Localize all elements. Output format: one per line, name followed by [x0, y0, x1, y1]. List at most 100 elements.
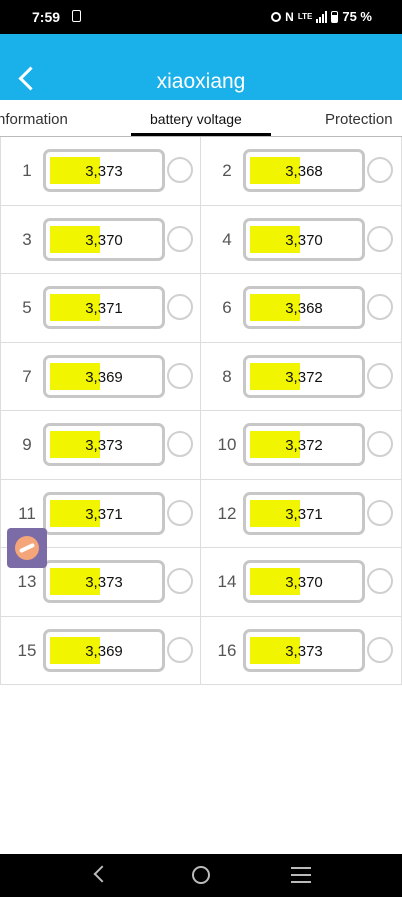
- nav-back-icon[interactable]: [93, 865, 111, 883]
- voltage-value: 3,370: [85, 231, 123, 249]
- cell-item: 8 3,372: [201, 342, 402, 411]
- cell-index: 2: [222, 161, 232, 180]
- voltage-meter: 3,370: [243, 217, 365, 261]
- voltage-value: 3,369: [85, 642, 123, 660]
- balance-radio[interactable]: [167, 431, 193, 457]
- voltage-value: 3,370: [285, 231, 323, 249]
- voltage-meter: 3,370: [43, 217, 165, 261]
- balance-radio[interactable]: [367, 636, 393, 663]
- voltage-meter: 3,369: [43, 354, 165, 398]
- system-nav-bar: [0, 854, 402, 897]
- voltage-meter: 3,370: [243, 560, 365, 603]
- cell-item: 10 3,372: [201, 411, 402, 480]
- balance-radio[interactable]: [367, 499, 393, 526]
- battery-icon: [331, 10, 339, 23]
- cell-voltage-grid: 1 3,373 2 3,368 3 3,370 4 3,370 5 3,371 …: [0, 137, 402, 685]
- voltage-value: 3,368: [285, 300, 323, 317]
- status-time: 7:59: [32, 9, 61, 25]
- voltage-value: 3,372: [285, 437, 323, 454]
- battery-percent: 75 %: [342, 9, 372, 24]
- cell-item: 16 3,373: [201, 616, 402, 685]
- balance-radio[interactable]: [167, 362, 193, 389]
- balance-radio[interactable]: [167, 636, 193, 663]
- data-saver-icon: [271, 11, 282, 22]
- voltage-value: 3,373: [85, 163, 123, 180]
- voltage-value: 3,368: [285, 163, 323, 180]
- voltage-value: 3,369: [85, 368, 123, 386]
- page-title: xiaoxiang: [156, 70, 246, 93]
- nav-home-icon[interactable]: [192, 866, 210, 884]
- network-type-label: LTE: [297, 12, 313, 21]
- balance-radio[interactable]: [367, 294, 393, 320]
- tab-battery-voltage[interactable]: battery voltage: [150, 111, 242, 127]
- status-icons: N LTE 75 %: [271, 9, 372, 24]
- balance-radio[interactable]: [367, 362, 393, 389]
- cell-index: 14: [217, 572, 237, 591]
- cell-index: 12: [217, 503, 237, 523]
- cell-item: 3 3,370: [0, 205, 201, 274]
- balance-radio[interactable]: [367, 157, 393, 183]
- voltage-value: 3,370: [285, 574, 323, 591]
- assistant-icon: [15, 536, 39, 560]
- cell-index: 13: [17, 572, 37, 591]
- balance-radio[interactable]: [367, 431, 393, 457]
- tab-bar: nformation battery voltage Protection: [0, 100, 402, 138]
- nav-recents-icon[interactable]: [291, 867, 311, 888]
- cell-index: 9: [22, 435, 32, 454]
- voltage-value: 3,371: [285, 505, 323, 523]
- cell-item: 14 3,370: [201, 548, 402, 617]
- cell-index: 8: [222, 366, 232, 386]
- cell-index: 1: [22, 161, 32, 180]
- cell-index: 11: [18, 503, 36, 523]
- cell-index: 15: [17, 640, 37, 660]
- voltage-meter: 3,368: [243, 149, 365, 192]
- cell-index: 4: [222, 229, 232, 249]
- cell-item: 2 3,368: [201, 137, 402, 206]
- cell-item: 7 3,369: [0, 342, 201, 411]
- cell-item: 1 3,373: [0, 137, 201, 206]
- cell-item: 15 3,369: [0, 616, 201, 685]
- voltage-meter: 3,372: [243, 354, 365, 398]
- voltage-value: 3,373: [85, 574, 123, 591]
- voltage-meter: 3,373: [43, 149, 165, 192]
- cell-item: 6 3,368: [201, 274, 402, 343]
- voltage-meter: 3,371: [43, 286, 165, 329]
- floating-assistant-button[interactable]: [7, 528, 47, 568]
- voltage-value: 3,373: [85, 437, 123, 454]
- balance-radio[interactable]: [167, 225, 193, 252]
- cell-item: 9 3,373: [0, 411, 201, 480]
- voltage-meter: 3,373: [43, 560, 165, 603]
- status-bar: 7:59 N LTE 75 %: [0, 0, 402, 34]
- cell-index: 6: [222, 298, 232, 317]
- sim-card-icon: [72, 10, 81, 22]
- voltage-meter: 3,371: [243, 491, 365, 535]
- voltage-meter: 3,371: [43, 491, 165, 535]
- tab-protection[interactable]: Protection: [325, 111, 393, 128]
- voltage-value: 3,371: [85, 505, 123, 523]
- cell-index: 7: [22, 366, 32, 386]
- cell-item: 12 3,371: [201, 479, 402, 548]
- cell-index: 5: [22, 298, 32, 317]
- cell-item: 5 3,371: [0, 274, 201, 343]
- cell-index: 16: [217, 640, 237, 660]
- signal-icon: [316, 10, 328, 23]
- cell-index: 10: [217, 435, 237, 454]
- voltage-meter: 3,372: [243, 423, 365, 466]
- balance-radio[interactable]: [167, 568, 193, 594]
- voltage-value: 3,372: [285, 368, 323, 386]
- voltage-value: 3,373: [285, 642, 323, 660]
- voltage-meter: 3,368: [243, 286, 365, 329]
- balance-radio[interactable]: [167, 157, 193, 183]
- balance-radio[interactable]: [367, 568, 393, 594]
- voltage-meter: 3,373: [43, 423, 165, 466]
- cell-item: 4 3,370: [201, 205, 402, 274]
- balance-radio[interactable]: [367, 225, 393, 252]
- nfc-icon: N: [285, 9, 294, 24]
- balance-radio[interactable]: [167, 499, 193, 526]
- balance-radio[interactable]: [167, 294, 193, 320]
- app-bar: xiaoxiang: [0, 34, 402, 100]
- voltage-meter: 3,369: [43, 628, 165, 672]
- voltage-meter: 3,373: [243, 628, 365, 672]
- voltage-value: 3,371: [85, 300, 123, 317]
- tab-information[interactable]: nformation: [0, 111, 68, 128]
